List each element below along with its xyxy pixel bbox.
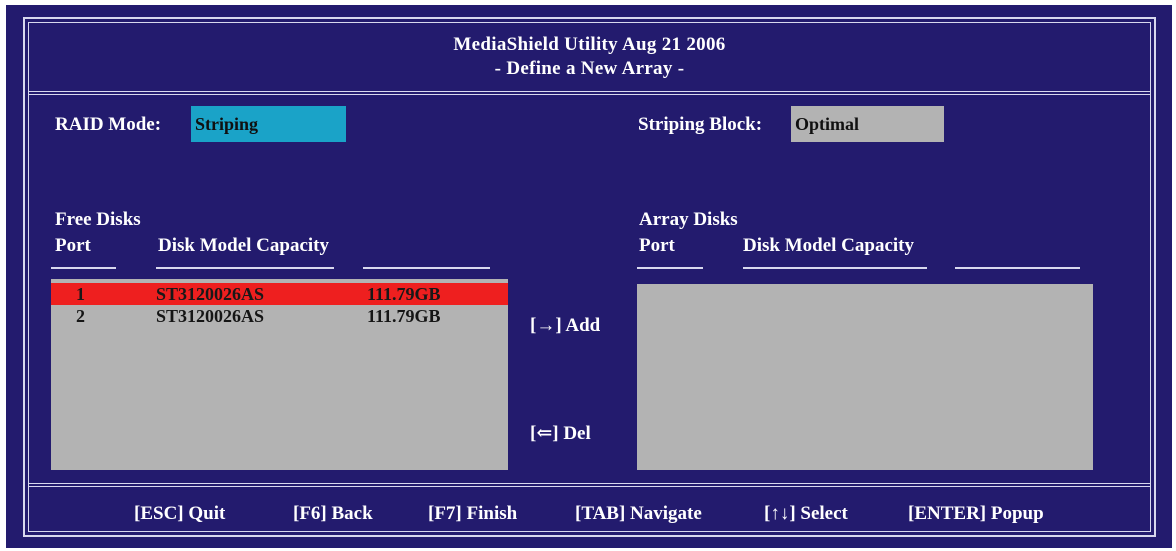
enter-popup-hint: [ENTER] Popup xyxy=(908,503,1044,524)
striping-block-field[interactable]: Optimal xyxy=(791,106,944,142)
del-button[interactable]: [⇐] Del xyxy=(530,422,591,446)
free-disks-title: Free Disks xyxy=(55,209,141,230)
array-port-underline xyxy=(637,267,703,269)
bios-screen: MediaShield Utility Aug 21 2006 - Define… xyxy=(6,5,1172,548)
free-disks-model-header: Disk Model Capacity xyxy=(158,235,329,256)
f7-finish-hint: [F7] Finish xyxy=(428,503,518,524)
free-disk-row-1[interactable]: 1 ST3120026AS 111.79GB xyxy=(51,283,508,305)
array-disks-port-header: Port xyxy=(639,235,675,256)
f6-back-hint: [F6] Back xyxy=(293,503,373,524)
striping-block-label: Striping Block: xyxy=(638,114,763,135)
capacity-underline xyxy=(363,267,490,269)
header-divider xyxy=(28,91,1151,95)
disk-capacity: 111.79GB xyxy=(367,306,441,326)
esc-quit-hint: [ESC] Quit xyxy=(134,503,226,524)
disk-port: 2 xyxy=(76,306,85,326)
array-disks-model-header: Disk Model Capacity xyxy=(743,235,914,256)
raid-mode-label: RAID Mode: xyxy=(55,114,162,135)
tab-navigate-hint: [TAB] Navigate xyxy=(575,503,702,524)
port-underline xyxy=(51,267,116,269)
array-model-underline xyxy=(743,267,927,269)
select-hint: [↑↓] Select xyxy=(764,503,848,524)
free-disk-row-2[interactable]: 2 ST3120026AS 111.79GB xyxy=(51,305,508,327)
add-button[interactable]: [→] Add xyxy=(530,314,600,338)
array-disks-title: Array Disks xyxy=(639,209,738,230)
array-capacity-underline xyxy=(955,267,1080,269)
model-underline xyxy=(156,267,334,269)
disk-port: 1 xyxy=(76,284,85,304)
free-disks-list[interactable]: 1 ST3120026AS 111.79GB 2 ST3120026AS 111… xyxy=(51,279,508,470)
footer-divider xyxy=(28,483,1151,487)
array-disks-list[interactable] xyxy=(637,284,1093,470)
raid-mode-field[interactable]: Striping xyxy=(191,106,346,142)
disk-model: ST3120026AS xyxy=(156,306,265,326)
utility-title: MediaShield Utility Aug 21 2006 xyxy=(453,34,726,55)
disk-model: ST3120026AS xyxy=(156,284,265,304)
free-disks-port-header: Port xyxy=(55,235,91,256)
page-title: - Define a New Array - xyxy=(494,58,685,79)
disk-capacity: 111.79GB xyxy=(367,284,441,304)
